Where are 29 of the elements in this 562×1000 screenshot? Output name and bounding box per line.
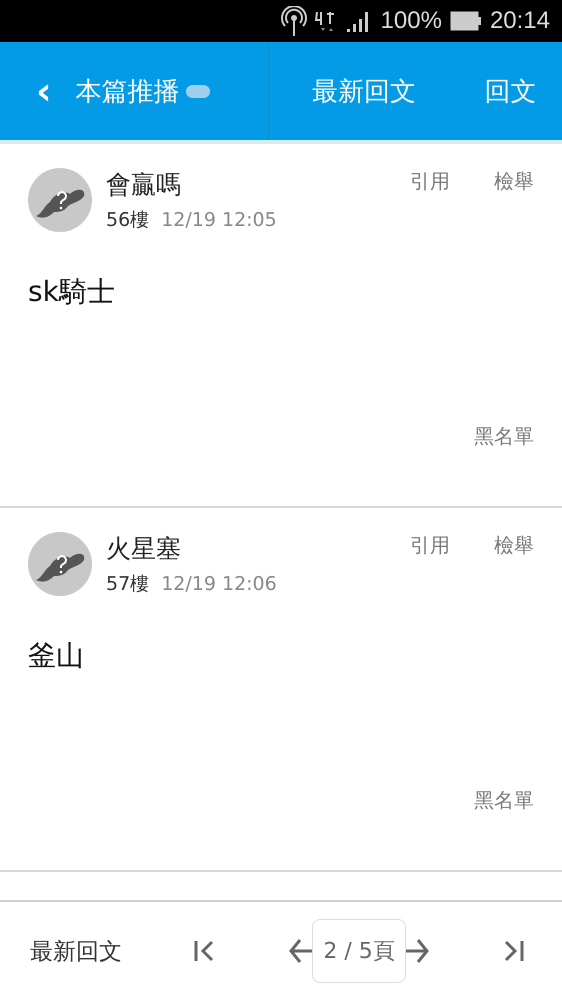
back-button[interactable]: ‹ [36,72,52,110]
hotspot-icon [280,6,307,36]
author-name: 會贏嗎 [106,169,182,201]
author-name: 火星塞 [106,533,182,565]
quote-button[interactable]: 引用 [410,168,450,195]
report-button[interactable]: 檢舉 [494,168,534,195]
avatar-icon [28,168,92,232]
post-time: 12/19 12:05 [161,209,277,231]
latest-replies-button[interactable]: 最新回文 [30,936,122,966]
report-button[interactable]: 檢舉 [494,532,534,559]
post-body: sk騎士 [28,274,116,310]
clock: 20:14 [490,7,550,35]
next-arrow-icon[interactable] [406,936,430,966]
toggle-switch[interactable] [186,84,210,98]
previous-arrow-icon[interactable] [288,936,312,966]
push-tab[interactable]: 本篇推播 [76,74,180,108]
blacklist-button[interactable]: 黑名單 [474,423,534,450]
post-body: 釜山 [28,638,85,674]
battery-percent: 100% [380,7,442,35]
quote-button[interactable]: 引用 [410,532,450,559]
floor-number: 56樓 [106,208,150,233]
header-tab[interactable]: 回文 [484,74,536,108]
post-time: 12/19 12:06 [161,573,277,595]
blacklist-button[interactable]: 黑名單 [474,787,534,814]
page-indicator[interactable]: 2 / 5頁 [312,919,406,983]
floor-number: 57樓 [106,572,150,597]
battery-icon [450,11,482,31]
header-tab[interactable]: 最新回文 [312,74,416,108]
avatar-icon [28,532,92,596]
